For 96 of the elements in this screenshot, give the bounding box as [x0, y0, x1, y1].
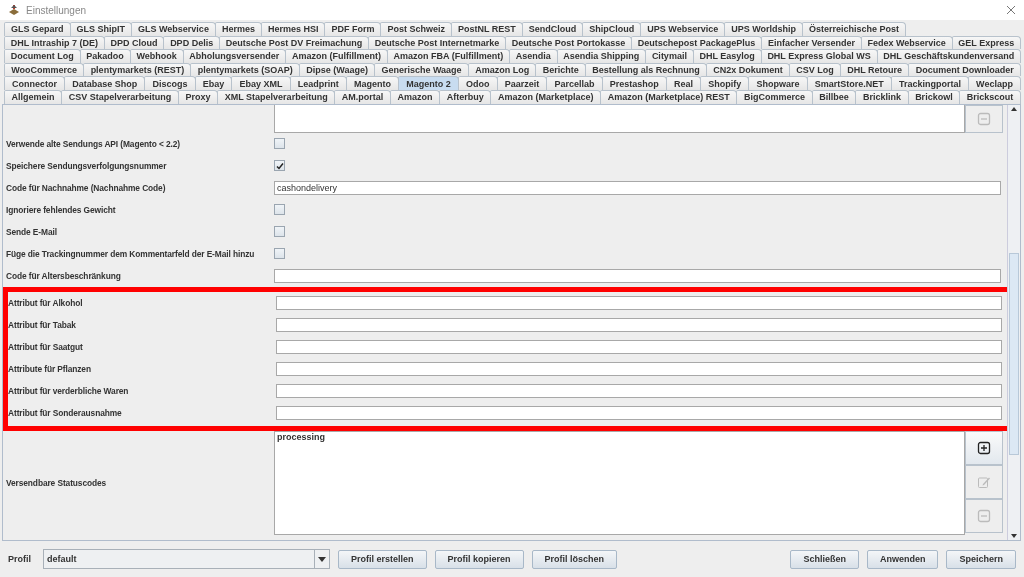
tab[interactable]: Magento 2: [398, 76, 459, 90]
field-label: Ignoriere fehlendes Gewicht: [6, 204, 117, 215]
tab[interactable]: PostNL REST: [451, 22, 523, 36]
tab[interactable]: Asendia: [508, 49, 558, 63]
tab[interactable]: Webhook: [129, 49, 184, 63]
text-field[interactable]: [276, 383, 1002, 398]
text-field[interactable]: [276, 339, 1002, 354]
profile-button[interactable]: Profil löschen: [531, 549, 618, 569]
tab[interactable]: UPS Worldship: [724, 22, 804, 36]
dialog-button[interactable]: Schließen: [790, 549, 859, 569]
profile-button[interactable]: Profil kopieren: [434, 549, 524, 569]
tab[interactable]: Ebay: [194, 76, 233, 90]
add-button[interactable]: [965, 430, 1003, 465]
field-label: Attribut für verderbliche Waren: [8, 385, 130, 396]
tab[interactable]: Weclapp: [968, 76, 1022, 90]
profile-dropdown[interactable]: default: [43, 549, 330, 569]
field-label: Verwende alte Sendungs API (Magento < 2.2): [6, 138, 181, 149]
checkbox[interactable]: [274, 248, 285, 260]
tab[interactable]: Document Log: [4, 49, 81, 63]
window-title: Einstellungen: [26, 4, 87, 16]
field-label: Attribut für Sonderausnahme: [8, 407, 123, 418]
field-label: Füge die Trackingnummer dem Kommentarfeld der E-Mail hinzu: [6, 248, 256, 259]
tab[interactable]: Citymail: [645, 49, 694, 63]
tab[interactable]: Shopware: [748, 76, 808, 90]
tab[interactable]: GEL Express: [951, 35, 1021, 50]
tab[interactable]: Pakadoo: [79, 49, 131, 63]
tab[interactable]: Real: [665, 76, 702, 90]
dialog-button[interactable]: Speichern: [946, 549, 1016, 569]
tab[interactable]: Hermes: [214, 22, 262, 36]
tab[interactable]: ShipCloud: [582, 22, 642, 36]
tab[interactable]: Abholungsversender: [182, 49, 287, 63]
app-icon: [8, 4, 20, 16]
text-field[interactable]: [276, 405, 1002, 420]
tab[interactable]: DHL Geschäftskundenversand: [876, 49, 1021, 63]
tab[interactable]: GLS Webservice: [131, 22, 216, 36]
text-field[interactable]: [276, 317, 1002, 332]
tab[interactable]: Shopify: [700, 76, 750, 90]
tab[interactable]: Amazon FBA (Fulfillment): [386, 49, 510, 63]
minus-icon: [977, 508, 991, 523]
field-label: Attribut für Saatgut: [8, 341, 84, 352]
tab[interactable]: DHL Easylog: [692, 49, 762, 63]
tab[interactable]: PDF Form: [324, 22, 382, 36]
scrollbar[interactable]: [1007, 104, 1020, 540]
dialog-button[interactable]: Anwenden: [866, 549, 939, 569]
tab[interactable]: Trackingportal: [890, 76, 969, 90]
tab[interactable]: Ebay XML: [231, 76, 291, 90]
tab[interactable]: Prestashop: [601, 76, 667, 90]
tab[interactable]: Amazon (Fulfillment): [285, 49, 388, 63]
checkbox[interactable]: [274, 160, 285, 172]
tab[interactable]: UPS Webservice: [640, 22, 726, 36]
tab[interactable]: Post Schweiz: [380, 22, 452, 36]
tab[interactable]: GLS Gepard: [4, 22, 71, 36]
text-field[interactable]: [276, 295, 1002, 310]
tab[interactable]: Österreichische Post: [802, 22, 907, 36]
tab[interactable]: Leadprint: [289, 76, 347, 90]
field-label: Speichere Sendungsverfolgungsnummer: [6, 160, 168, 171]
field-label: Attribut für Alkohol: [8, 297, 84, 308]
field-label: Versendbare Statuscodes: [6, 477, 108, 488]
checkbox[interactable]: [274, 226, 285, 238]
minus-icon: [977, 111, 991, 126]
down-arrow-icon[interactable]: [1009, 532, 1019, 540]
tab[interactable]: Magento: [345, 76, 400, 90]
tab[interactable]: Paarzeit: [496, 76, 548, 90]
checkbox[interactable]: [274, 204, 285, 216]
plus-icon: [977, 440, 991, 455]
tab[interactable]: Fedex Webservice: [860, 35, 953, 50]
tab[interactable]: SendCloud: [521, 22, 584, 36]
tab[interactable]: DHL Express Global WS: [760, 49, 878, 63]
tab[interactable]: Hermes HSI: [260, 22, 326, 36]
tab[interactable]: GLS ShipIT: [69, 22, 132, 36]
text-field[interactable]: [274, 268, 1001, 283]
list-field[interactable]: [274, 104, 965, 133]
list-item[interactable]: processing: [277, 431, 962, 442]
checkbox[interactable]: [274, 138, 285, 150]
field-label: Attribut für Tabak: [8, 319, 77, 330]
profile-button[interactable]: Profil erstellen: [338, 549, 427, 569]
tab[interactable]: Discogs: [144, 76, 196, 90]
tab[interactable]: Asendia Shipping: [556, 49, 647, 63]
tab[interactable]: Odoo: [457, 76, 498, 90]
field-label: Code für Nachnahme (Nachnahme Code): [6, 182, 167, 193]
tab[interactable]: SmartStore.NET: [806, 76, 892, 90]
text-field[interactable]: cashondelivery: [274, 180, 1001, 195]
text-field[interactable]: [276, 361, 1002, 376]
list-field[interactable]: processing: [274, 430, 965, 535]
field-label: Attribute für Pflanzen: [8, 363, 92, 374]
check-icon: [275, 161, 284, 170]
dropdown-arrow-icon: [318, 556, 326, 562]
profile-label: Profil: [8, 554, 31, 564]
tab[interactable]: Parcellab: [546, 76, 603, 90]
scroll-thumb[interactable]: [1009, 252, 1019, 455]
close-icon[interactable]: [1006, 5, 1016, 15]
tab[interactable]: Connector: [4, 76, 66, 90]
tab[interactable]: Database Shop: [64, 76, 146, 90]
field-label: Sende E-Mail: [6, 226, 58, 237]
pencil-icon: [977, 474, 991, 489]
field-label: Code für Altersbeschränkung: [6, 270, 122, 281]
